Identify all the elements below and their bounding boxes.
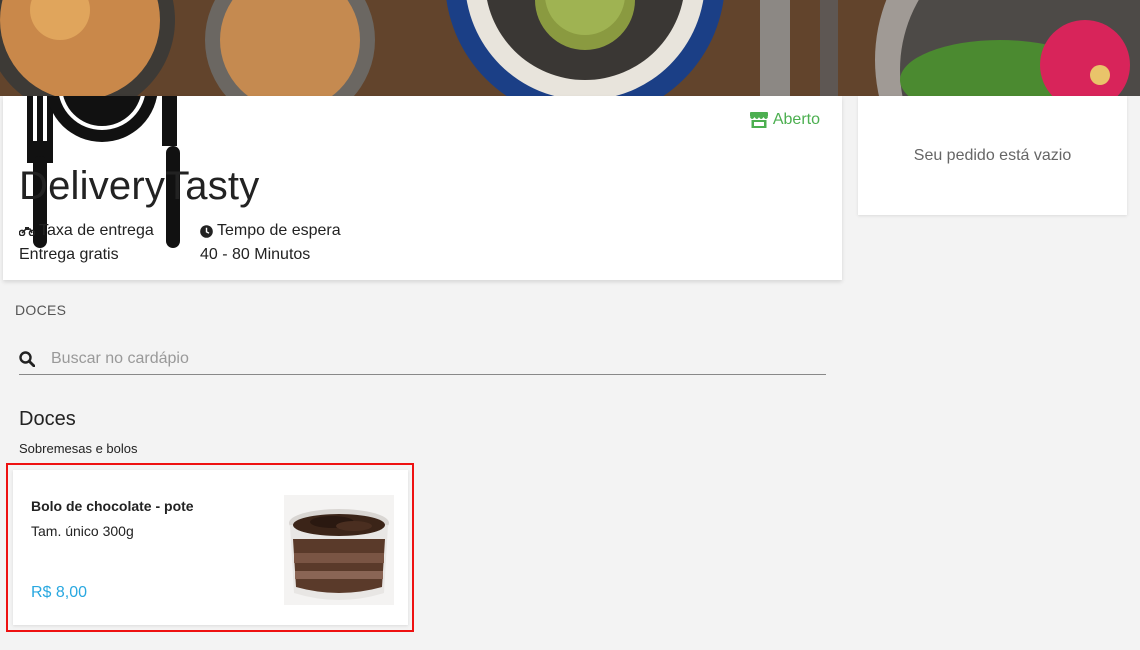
product-name: Bolo de chocolate - pote — [31, 498, 194, 514]
delivery-fee-label: Taxa de entrega — [39, 222, 154, 239]
order-summary-card: Seu pedido está vazio — [858, 96, 1127, 215]
product-image — [284, 495, 394, 605]
section-description: Sobremesas e bolos — [19, 441, 138, 456]
food-banner-image — [0, 0, 1140, 96]
status-badge: Aberto — [749, 111, 820, 129]
delivery-fee-value: Entrega gratis — [19, 246, 119, 263]
store-icon — [749, 112, 768, 128]
product-price: R$ 8,00 — [31, 584, 88, 601]
section-title: Doces — [19, 408, 76, 430]
product-description: Tam. único 300g — [31, 523, 134, 539]
restaurant-info-card: Aberto DeliveryTasty Taxa de entrega Ent… — [3, 96, 842, 280]
delivery-fee-info: Taxa de entrega Entrega gratis — [19, 219, 154, 267]
wait-time-value: 40 - 80 Minutos — [200, 246, 311, 263]
category-nav-doces[interactable]: DOCES — [15, 302, 66, 318]
restaurant-name: DeliveryTasty — [19, 164, 260, 208]
motorcycle-icon — [19, 227, 35, 236]
header-banner — [0, 0, 1140, 96]
search-icon — [19, 351, 35, 367]
wait-time-label: Tempo de espera — [217, 222, 341, 239]
empty-order-message: Seu pedido está vazio — [913, 146, 1072, 164]
wait-time-info: Tempo de espera 40 - 80 Minutos — [200, 219, 341, 267]
search-input[interactable] — [49, 349, 793, 369]
clock-icon — [200, 224, 213, 238]
status-label: Aberto — [772, 111, 820, 128]
product-card[interactable]: Bolo de chocolate - pote Tam. único 300g… — [13, 470, 408, 625]
menu-search — [19, 344, 826, 375]
